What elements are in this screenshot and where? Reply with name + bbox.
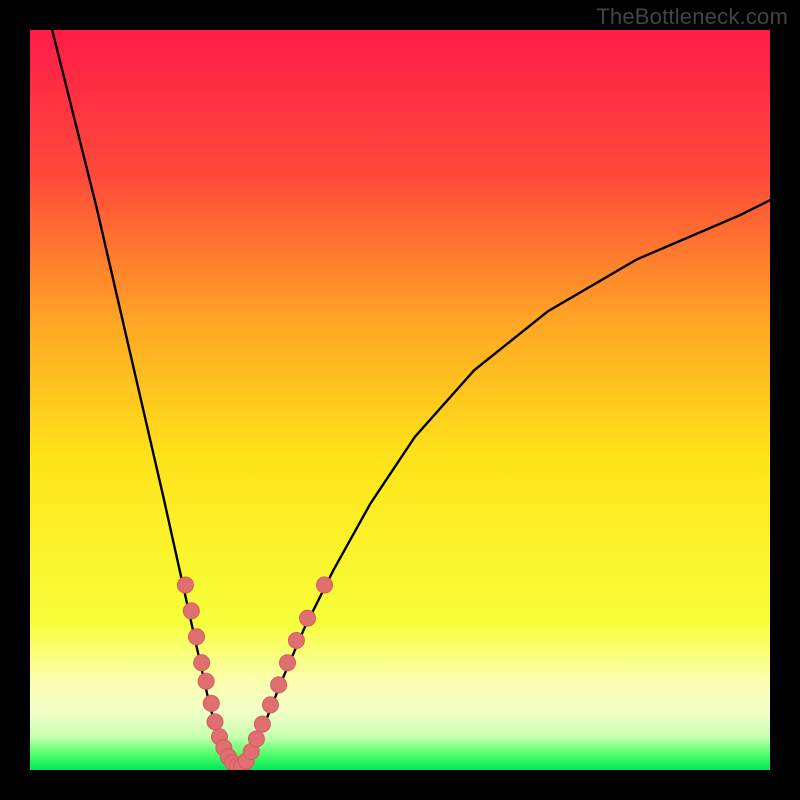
plot-area [30,30,770,770]
curves-layer [30,30,770,770]
dot [177,577,193,593]
dot [189,629,205,645]
left-curve [52,30,237,770]
dot [183,603,199,619]
dot [207,714,223,730]
dot [248,731,264,747]
dot [198,673,214,689]
dot [194,655,210,671]
chart-frame: TheBottleneck.com [0,0,800,800]
dot [203,695,219,711]
watermark-text: TheBottleneck.com [596,4,788,30]
right-curve [237,200,770,770]
dot [288,633,304,649]
dot [317,577,333,593]
dot [263,697,279,713]
dot [300,610,316,626]
dot [280,655,296,671]
dot [271,677,287,693]
dot [254,716,270,732]
highlight-dots [177,577,332,770]
